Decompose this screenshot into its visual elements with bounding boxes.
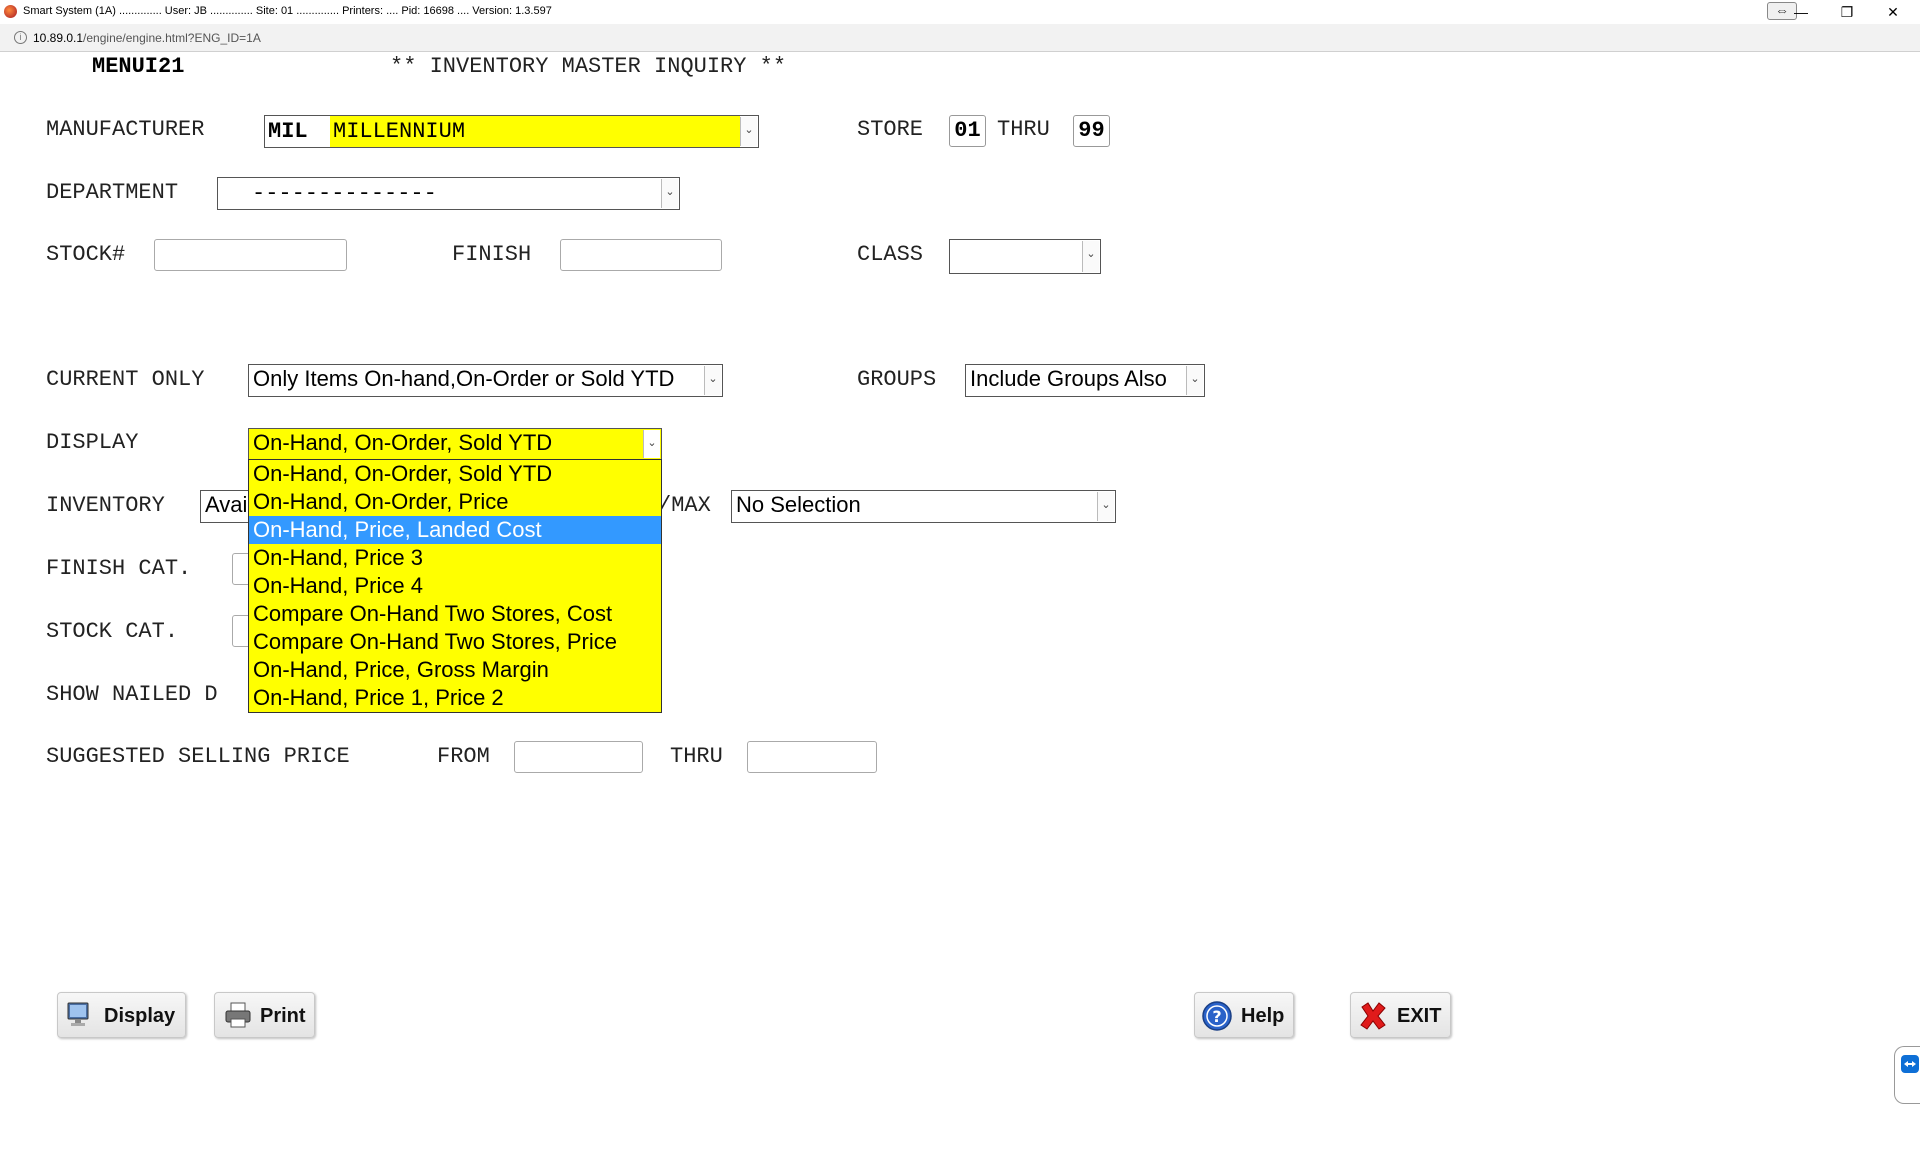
close-window-button[interactable]: ✕	[1870, 0, 1916, 24]
url-path: /engine/engine.html?ENG_ID=1A	[83, 31, 261, 45]
price-from-input[interactable]	[514, 741, 643, 773]
site-info-icon[interactable]: i	[14, 31, 27, 44]
monitor-icon	[67, 1002, 89, 1026]
finish-input[interactable]	[560, 239, 722, 271]
stock-cat-label: STOCK CAT.	[46, 619, 179, 644]
question-icon: ?	[1202, 1001, 1232, 1031]
print-button[interactable]: Print	[214, 992, 315, 1038]
minmax-label: /MAX	[658, 493, 711, 518]
display-option[interactable]: On-Hand, Price 3	[249, 544, 661, 572]
stock-input[interactable]	[154, 239, 347, 271]
manufacturer-label: MANUFACTURER	[46, 117, 205, 142]
store-label: STORE	[857, 117, 924, 142]
chevron-down-icon[interactable]: ⌄	[643, 430, 660, 458]
svg-text:?: ?	[1212, 1007, 1221, 1026]
teamviewer-icon	[1901, 1055, 1919, 1073]
inventory-label: INVENTORY	[46, 493, 165, 518]
class-select[interactable]: ⌄	[949, 239, 1101, 274]
class-label: CLASS	[857, 242, 924, 267]
inventory-value: Avai	[205, 492, 248, 517]
window-title: Smart System (1A) .............. User: J…	[23, 5, 552, 17]
groups-value: Include Groups Also	[970, 366, 1167, 391]
display-option[interactable]: Compare On-Hand Two Stores, Cost	[249, 600, 661, 628]
display-label: DISPLAY	[46, 430, 139, 455]
red-x-icon	[1360, 1002, 1386, 1030]
store-from-input[interactable]: 01	[949, 115, 986, 147]
address-bar[interactable]: i 10.89.0.1/engine/engine.html?ENG_ID=1A	[0, 24, 1920, 52]
finish-cat-label: FINISH CAT.	[46, 556, 192, 581]
printer-icon	[225, 1002, 251, 1028]
display-option[interactable]: On-Hand, On-Order, Sold YTD	[249, 460, 661, 488]
display-option-highlighted[interactable]: On-Hand, Price, Landed Cost	[249, 516, 661, 544]
display-value: On-Hand, On-Order, Sold YTD	[253, 430, 553, 455]
manufacturer-select[interactable]: MIL MILLENNIUM ⌄	[264, 115, 759, 148]
minmax-select[interactable]: No Selection ⌄	[731, 490, 1116, 523]
groups-select[interactable]: Include Groups Also ⌄	[965, 364, 1205, 397]
maximize-button[interactable]: ❐	[1824, 0, 1870, 24]
department-label: DEPARTMENT	[46, 180, 179, 205]
url-text[interactable]: 10.89.0.1/engine/engine.html?ENG_ID=1A	[33, 31, 261, 45]
minmax-value: No Selection	[736, 492, 861, 517]
finish-label: FINISH	[452, 242, 532, 267]
display-button-label: Display	[104, 1005, 176, 1027]
exit-button[interactable]: EXIT	[1350, 992, 1451, 1038]
display-option[interactable]: Compare On-Hand Two Stores, Price	[249, 628, 661, 656]
browser-app-icon	[4, 5, 17, 18]
display-dropdown-list[interactable]: On-Hand, On-Order, Sold YTD On-Hand, On-…	[248, 459, 662, 713]
help-button[interactable]: ? Help	[1194, 992, 1294, 1038]
chevron-down-icon[interactable]: ⌄	[740, 117, 757, 146]
price-thru-label: THRU	[670, 744, 723, 769]
minimize-button[interactable]: —	[1778, 0, 1824, 24]
print-button-label: Print	[260, 1005, 306, 1027]
manufacturer-code: MIL	[268, 119, 308, 144]
window-titlebar: Smart System (1A) .............. User: J…	[0, 0, 1920, 24]
menu-id: MENUI21	[92, 54, 185, 79]
chevron-down-icon[interactable]: ⌄	[1097, 492, 1114, 521]
display-button[interactable]: Display	[57, 992, 186, 1038]
price-from-label: FROM	[437, 744, 490, 769]
stock-label: STOCK#	[46, 242, 126, 267]
current-only-select[interactable]: Only Items On-hand,On-Order or Sold YTD …	[248, 364, 723, 397]
groups-label: GROUPS	[857, 367, 937, 392]
display-option[interactable]: On-Hand, Price 4	[249, 572, 661, 600]
remote-support-widget[interactable]	[1894, 1046, 1920, 1104]
department-select[interactable]: -------------- ⌄	[217, 177, 680, 210]
price-thru-input[interactable]	[747, 741, 877, 773]
chevron-down-icon[interactable]: ⌄	[661, 179, 678, 208]
current-only-value: Only Items On-hand,On-Order or Sold YTD	[253, 366, 675, 391]
page-title: ** INVENTORY MASTER INQUIRY **	[390, 54, 787, 79]
suggested-price-label: SUGGESTED SELLING PRICE	[46, 744, 350, 769]
display-option[interactable]: On-Hand, Price 1, Price 2	[249, 684, 661, 712]
store-to-input[interactable]: 99	[1073, 115, 1110, 147]
store-thru-label: THRU	[997, 117, 1050, 142]
manufacturer-name: MILLENNIUM	[333, 119, 466, 144]
help-button-label: Help	[1241, 1005, 1285, 1027]
chevron-down-icon[interactable]: ⌄	[704, 366, 721, 395]
display-option[interactable]: On-Hand, Price, Gross Margin	[249, 656, 661, 684]
chevron-down-icon[interactable]: ⌄	[1186, 366, 1203, 395]
chevron-down-icon[interactable]: ⌄	[1082, 241, 1099, 272]
current-only-label: CURRENT ONLY	[46, 367, 205, 392]
manufacturer-name-box: MILLENNIUM	[330, 116, 740, 147]
display-select[interactable]: On-Hand, On-Order, Sold YTD ⌄	[248, 428, 662, 460]
exit-button-label: EXIT	[1397, 1005, 1442, 1027]
department-value: --------------	[252, 181, 437, 206]
url-host: 10.89.0.1	[33, 31, 84, 45]
show-nailed-label: SHOW NAILED D	[46, 682, 218, 707]
display-option[interactable]: On-Hand, On-Order, Price	[249, 488, 661, 516]
